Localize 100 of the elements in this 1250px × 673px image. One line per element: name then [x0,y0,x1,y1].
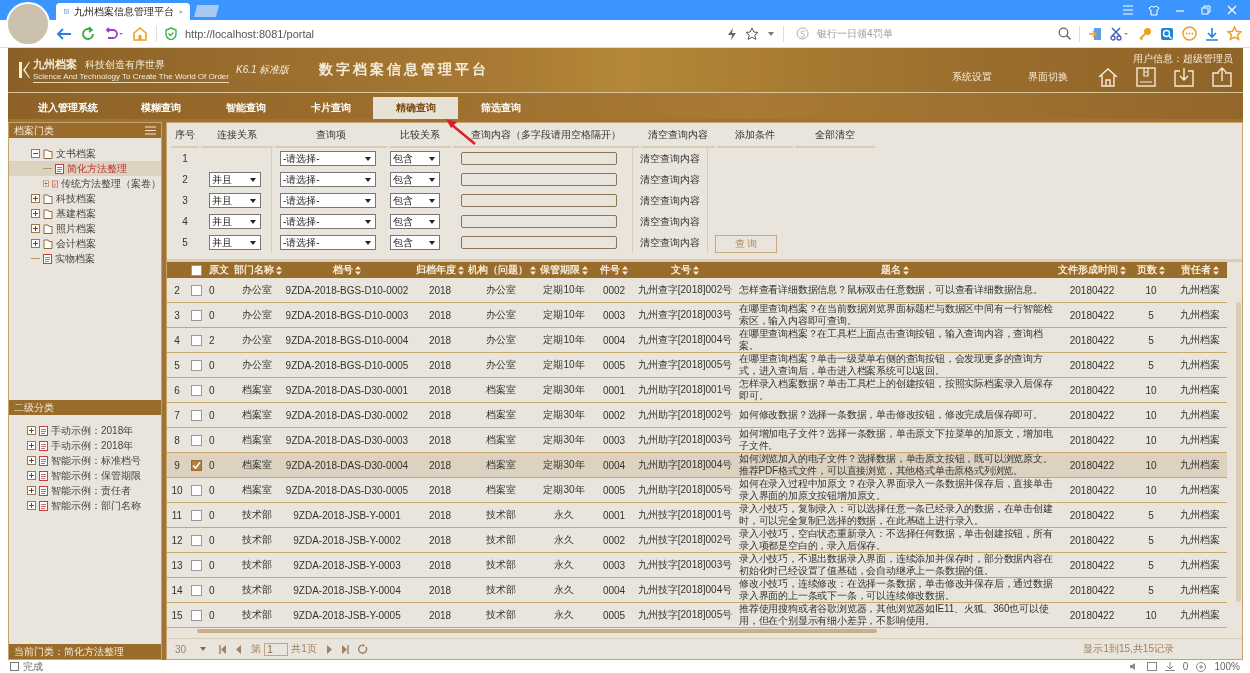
plus-box-icon[interactable] [31,194,40,203]
star-icon[interactable] [745,26,759,41]
compare-dropdown[interactable]: 包含 [390,235,440,250]
query-input[interactable] [461,215,617,228]
select-all-checkbox[interactable] [190,264,202,276]
next-page-icon[interactable] [325,644,332,654]
tree-item[interactable]: 智能示例：部门名称 [27,498,161,513]
row-checkbox[interactable] [190,584,202,596]
browser-tab[interactable]: 九州档案信息管理平台 [56,3,190,20]
sort-icon[interactable] [1159,265,1165,275]
last-page-icon[interactable] [340,644,349,654]
connector-dropdown[interactable]: 并且 [209,214,261,229]
plus-box-icon[interactable] [31,239,40,248]
column-header[interactable]: 档号 [333,263,353,277]
sort-icon[interactable] [693,265,699,275]
row-checkbox[interactable] [190,309,202,321]
plus-box-icon[interactable] [27,471,36,480]
column-header[interactable]: 题名 [881,263,901,277]
favorites-icon[interactable] [1227,26,1242,41]
sort-icon[interactable] [1213,265,1219,275]
row-checkbox[interactable] [190,334,202,346]
plus-box-icon[interactable] [31,224,40,233]
row-checkbox[interactable] [190,359,202,371]
sort-icon[interactable] [903,265,909,275]
tree-item[interactable]: 简化方法整理 [9,161,161,176]
tree-item[interactable]: 文书档案 [9,146,161,161]
tree-item[interactable]: 手动示例：2018年 [27,438,161,453]
previous-page-icon[interactable] [236,644,243,654]
compare-dropdown[interactable]: 包含 [390,214,440,229]
clear-link[interactable]: 清空查询内容 [640,235,700,250]
clear-link[interactable]: 清空查询内容 [640,214,700,229]
column-header[interactable]: 文号 [671,263,691,277]
download-icon[interactable] [1205,26,1219,41]
field-dropdown[interactable]: -请选择- [280,151,376,166]
query-input[interactable] [461,194,617,207]
nav-tab[interactable]: 智能查询 [203,97,288,119]
tree-item[interactable]: 会计档案 [9,236,161,251]
connector-dropdown[interactable]: 并且 [209,235,261,250]
table-row[interactable]: 8 0 档案室 9ZDA-2018-DAS-D30-0003 2018 档案室 定期30年 0003 九州助字[2018]003号 如何增加电子文件？选择一条数据，单击原文下拉菜单的加原文，增加电子文件。 20180422 10 九州档案 [167,427,1227,453]
url-text[interactable]: http://localhost:8081/portal [185,27,719,40]
sort-icon[interactable] [355,265,361,275]
query-input[interactable] [461,173,617,186]
window-icon[interactable] [1146,662,1157,671]
row-checkbox[interactable] [190,509,202,521]
tree-item[interactable]: 智能示例：标准档号 [27,453,161,468]
table-row[interactable]: 10 0 档案室 9ZDA-2018-DAS-D30-0005 2018 档案室 定期30年 0005 九州助字[2018]005号 如何在录入过程中加原文？在录入界面录入一条数据并保存后，直接单击录入界面的加原文按钮增加原文。 20180422 10 九州档案 [167,477,1227,503]
plus-box-icon[interactable] [43,179,49,188]
table-row[interactable]: 12 0 技术部 9ZDA-2018-JSB-Y-0002 2018 技术部 永久 0002 九州技字[2018]002号 录入小技巧，空白状态重新录入：不选择任何数据，单击创建按钮，所有录入项都是空白的，录入后保存。 20180422 5 九州档案 [167,527,1227,553]
sign-in-icon[interactable] [1088,26,1102,41]
undo-icon[interactable] [104,26,124,41]
new-tab-icon[interactable] [194,4,220,18]
table-row[interactable]: 13 0 技术部 9ZDA-2018-JSB-Y-0003 2018 技术部 永久 0003 九州技字[2018]003号 录入小技巧，不退出数据录入界面，连续添加并保存时，部分数据内容在初始化时已经设置了值基础，会自动继承上一条数据的值。 20180422 5 九州档案 [167,552,1227,578]
table-row[interactable]: 9 0 档案室 9ZDA-2018-DAS-D30-0004 2018 档案室 定期30年 0004 九州助字[2018]004号 如何浏览加入的电子文件？选择数据，单击原文按钮，既可以浏览原文。推荐PDF格式文件，可以直接浏览，其他格式单击原格式列浏览。 20180422 10 九州档案 [167,452,1227,478]
zoom-icon[interactable] [1196,661,1207,672]
table-row[interactable]: 4 2 办公室 9ZDA-2018-BGS-D10-0004 2018 办公室 定期10年 0004 九州查字[2018]004号 在哪里查询档案？在工具栏上面点击查询按钮，输入查询内容，查询档案。 20180422 5 九州档案 [167,327,1227,353]
connector-dropdown[interactable]: 并且 [209,172,261,187]
key-icon[interactable] [1138,26,1152,41]
minus-box-icon[interactable] [31,149,40,158]
connector-dropdown[interactable]: 并且 [209,193,261,208]
nav-tab[interactable]: 进入管理系统 [18,97,118,119]
row-checkbox[interactable] [190,534,202,546]
tree-item[interactable]: 科技档案 [9,191,161,206]
tree-item[interactable]: 手动示例：2018年 [27,423,161,438]
first-page-icon[interactable] [219,644,228,654]
header-link[interactable]: 界面切换 [1015,70,1081,84]
clear-link[interactable]: 清空查询内容 [640,172,700,187]
table-row[interactable]: 15 0 技术部 9ZDA-2018-JSB-Y-0005 2018 技术部 永久 0005 九州技字[2018]005号 推荐使用搜狗或者谷歌浏览器，其他浏览器如IE11、火狐、360也可以使用，但在个别显示有细小差异，不影响使用。 20180422 10 九州档案 [167,602,1227,628]
nav-tab[interactable]: 筛选查询 [458,97,543,119]
header-link[interactable]: 系统设置 [939,70,1005,84]
tree-item[interactable]: 实物档案 [9,251,161,266]
back-icon[interactable] [56,26,72,41]
table-row[interactable]: 14 0 技术部 9ZDA-2018-JSB-Y-0004 2018 技术部 永久 0004 九州技字[2018]004号 修改小技巧，连续修改：在选择一条数据，单击修改并保存后，通过数据录入界面的上一条或下一条，可以连续修改数据。 20180422 5 九州档案 [167,577,1227,603]
sort-icon[interactable] [582,265,588,275]
download-icon[interactable] [1164,662,1175,671]
sort-icon[interactable] [458,265,464,275]
field-dropdown[interactable]: -请选择- [280,172,376,187]
page-input[interactable]: 1 [264,642,289,656]
archive-box-icon[interactable] [1135,66,1157,88]
shirt-icon[interactable] [1148,4,1160,16]
field-dropdown[interactable]: -请选择- [280,235,376,250]
tree-item[interactable]: 照片档案 [9,221,161,236]
clear-link[interactable]: 清空查询内容 [640,193,700,208]
row-checkbox[interactable] [190,434,202,446]
more-icon[interactable] [1182,26,1197,41]
horizontal-scrollbar[interactable] [197,629,877,633]
row-checkbox[interactable] [190,384,202,396]
plus-box-icon[interactable] [27,441,36,450]
scissors-icon[interactable] [1110,26,1130,41]
tray-download-icon[interactable] [1173,66,1195,88]
search-icon[interactable] [1058,27,1071,40]
action-link[interactable]: 全部清空 [795,124,875,148]
sort-icon[interactable] [622,265,628,275]
plus-box-icon[interactable] [27,501,36,510]
field-dropdown[interactable]: -请选择- [280,193,376,208]
action-link[interactable]: 添加条件 [717,124,793,148]
table-row[interactable]: 2 0 办公室 9ZDA-2018-BGS-D10-0002 2018 办公室 定期10年 0002 九州查字[2018]002号 怎样查看详细数据信息？鼠标双击任意数据，可以查看详细数据信息。 20180422 10 九州档案 [167,278,1227,303]
home-icon[interactable] [132,26,148,41]
plus-box-icon[interactable] [31,209,40,218]
row-checkbox[interactable] [190,284,202,296]
tree-item[interactable]: 智能示例：责任者 [27,483,161,498]
